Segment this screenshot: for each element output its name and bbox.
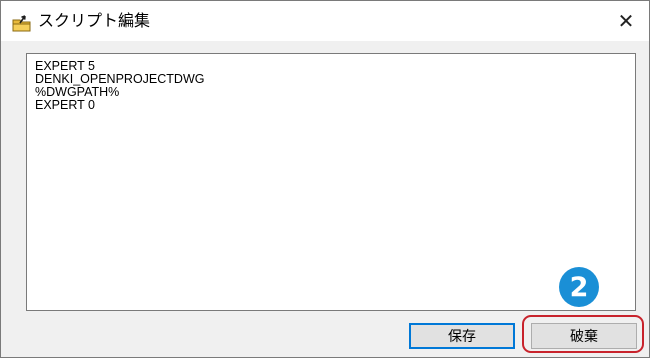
save-button[interactable]: 保存 [409, 323, 515, 349]
discard-button[interactable]: 破棄 [531, 323, 637, 349]
step-badge: 2 [559, 267, 599, 307]
script-edit-dialog: スクリプト編集 ✕ 保存 破棄 [0, 0, 650, 358]
title-bar: スクリプト編集 ✕ [1, 1, 649, 41]
script-text-area[interactable] [26, 53, 636, 311]
close-button[interactable]: ✕ [603, 1, 649, 41]
close-icon: ✕ [617, 9, 635, 33]
window-title: スクリプト編集 [38, 11, 151, 30]
folder-with-arrow-icon [12, 14, 32, 32]
